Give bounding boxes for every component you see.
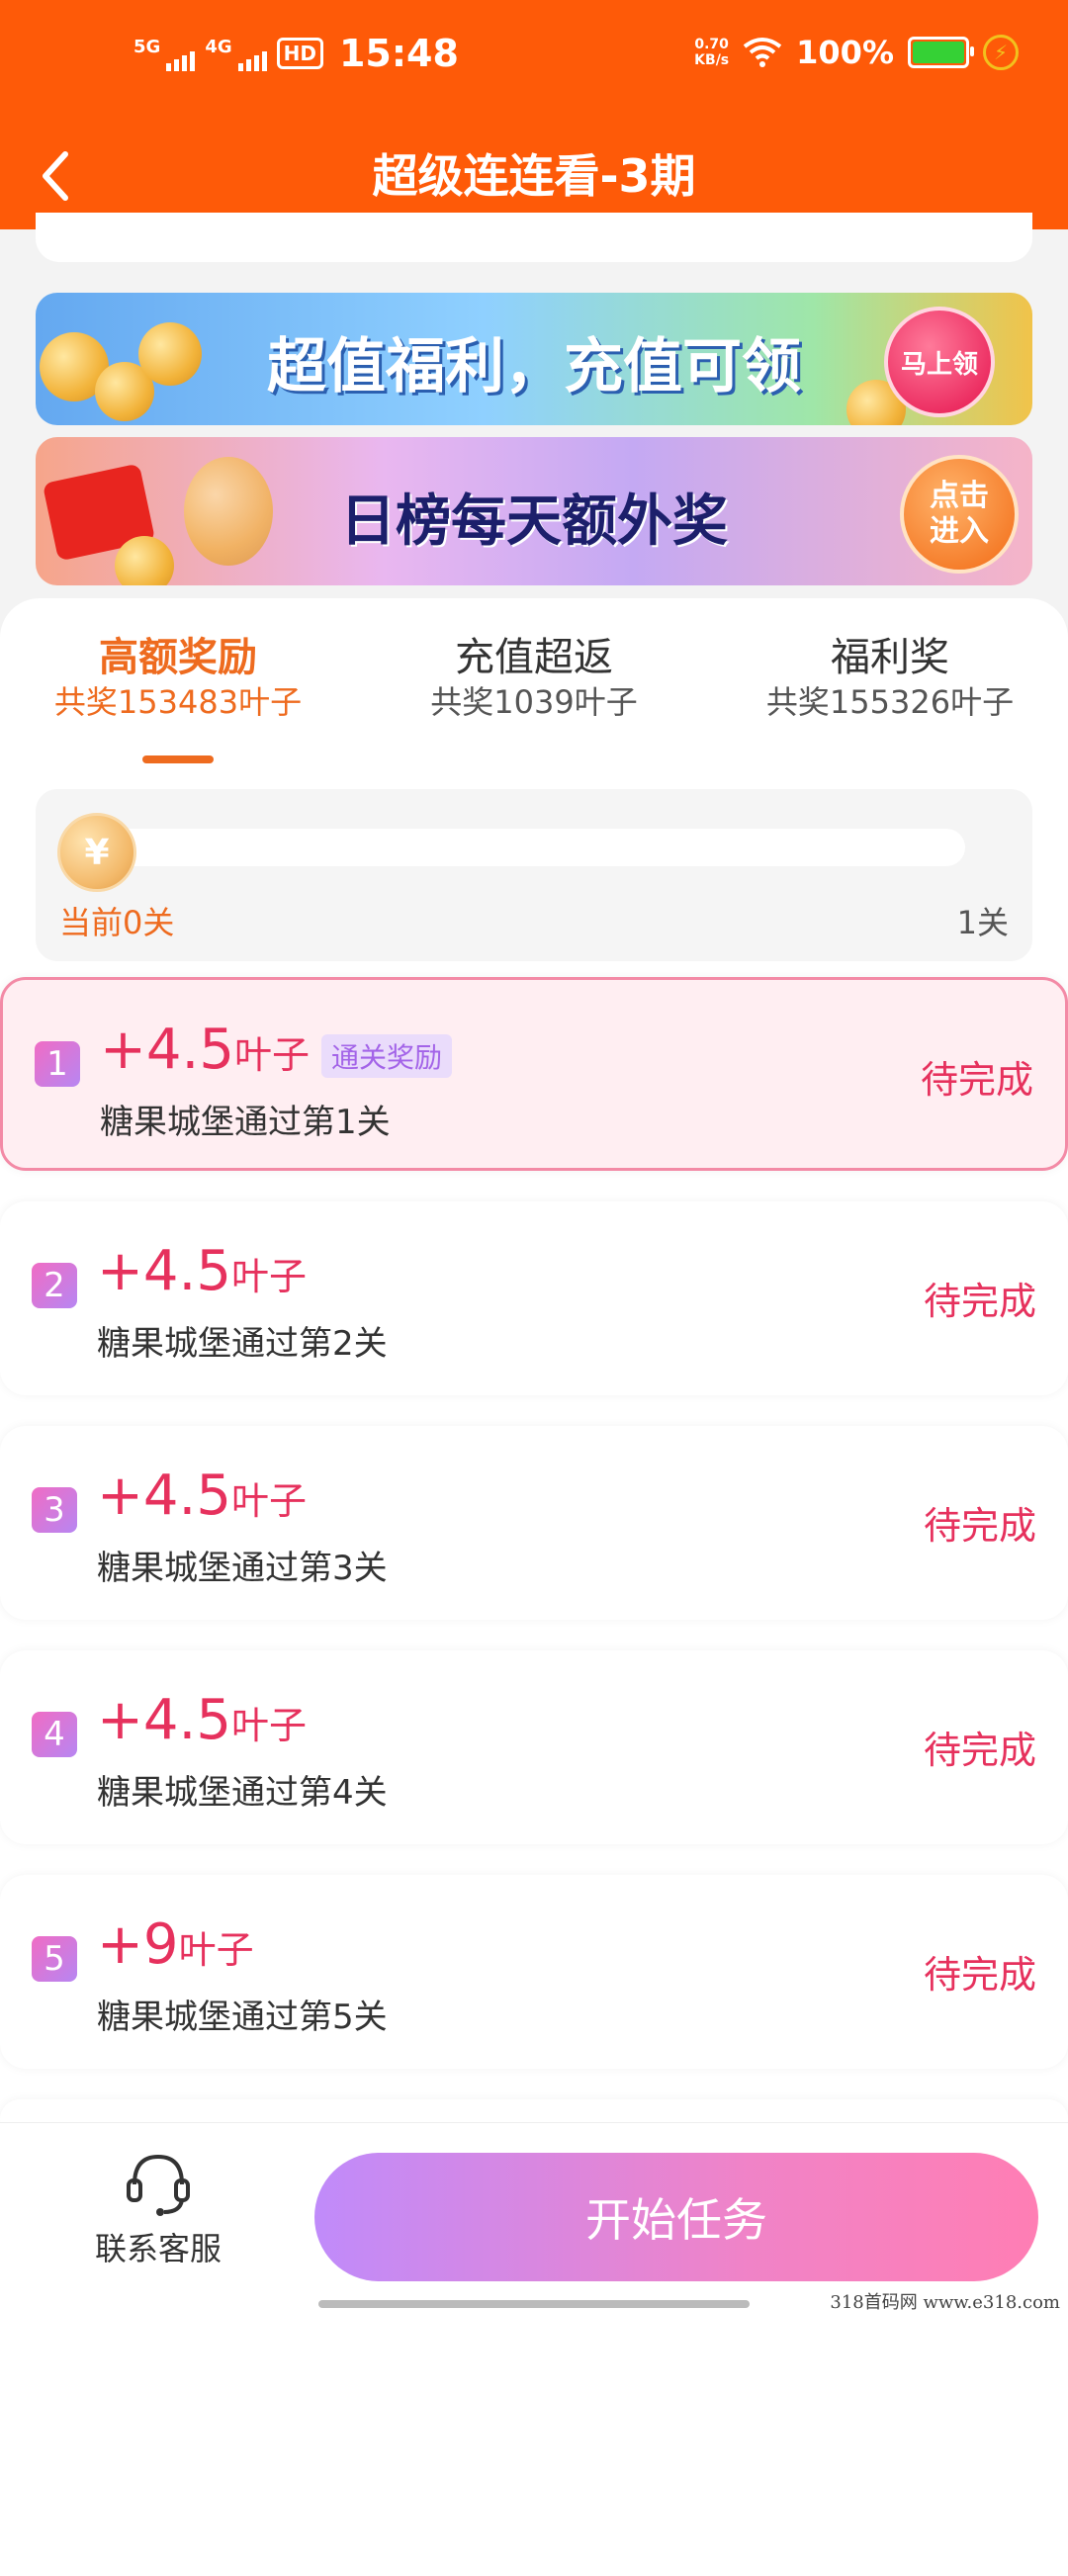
tab-high-reward[interactable]: 高额奖励 共奖153483叶子 [20,633,336,722]
signal-4g-icon: 4G [205,36,267,71]
task-status[interactable]: 待完成 [924,1944,1036,1999]
badge-line: 点击 [930,479,989,513]
task-item[interactable]: 4 +4.5叶子 糖果城堡通过第4关 待完成 [0,1650,1068,1844]
task-item[interactable]: 5 +9叶子 糖果城堡通过第5关 待完成 [0,1875,1068,2069]
reward-unit: 叶子 [230,1479,307,1523]
task-status[interactable]: 待完成 [924,1495,1036,1550]
wifi-icon [743,38,782,67]
signal-5g-icon: 5G [134,36,196,71]
watermark: 318首码网 www.e318.com [830,2292,1060,2313]
speed-value: 0.70 [694,37,729,52]
progress-track [95,829,965,866]
top-bar: 5G 4G HD 15:48 0.70 KB/s 100% ⚡ 超级连连看-3期 [0,0,1068,229]
task-item[interactable]: 2 +4.5叶子 糖果城堡通过第2关 待完成 [0,1201,1068,1395]
hd-icon: HD [276,38,323,69]
network-label: 4G [205,36,232,57]
level-progress: ¥ 当前0关 1关 [36,789,1032,961]
reward-unit: 叶子 [230,1255,307,1298]
reward-value: +9 [97,1912,179,1977]
reward-value: +4.5 [97,1464,231,1528]
customer-service-button[interactable]: 联系客服 [79,2145,237,2269]
bottom-bar: 联系客服 开始任务 [0,2122,1068,2315]
task-status[interactable]: 待完成 [921,1049,1033,1104]
page-title: 超级连连看-3期 [372,149,696,203]
task-description: 糖果城堡通过第5关 [97,1998,388,2037]
reward-unit: 叶子 [230,1704,307,1747]
task-description: 糖果城堡通过第3关 [97,1549,388,1588]
network-label: 5G [134,36,161,57]
task-number: 2 [32,1263,77,1308]
tab-sub: 共奖1039叶子 [430,683,638,721]
reward-unit: 叶子 [178,1928,254,1972]
battery-percent: 100% [796,34,894,71]
task-status[interactable]: 待完成 [924,1720,1036,1774]
recharge-welfare-banner[interactable]: 超值福利，充值可领 马上领 [36,293,1032,425]
task-status[interactable]: 待完成 [924,1271,1036,1325]
tab-sub: 共奖155326叶子 [765,683,1015,721]
tab-label: 高额奖励 [99,635,257,680]
task-reward: +4.5叶子 [97,1688,307,1752]
task-number: 3 [32,1487,77,1533]
tab-label: 充值超返 [455,635,613,680]
banner-text: 超值福利，充值可领 [267,332,801,401]
banner-text: 日榜每天额外奖 [340,489,728,554]
current-level: 当前0关 [59,904,175,941]
speed-unit: KB/s [694,52,730,68]
network-speed: 0.70 KB/s [694,37,729,68]
task-reward: +4.5叶子 通关奖励 [100,1018,453,1086]
task-reward: +4.5叶子 [97,1239,307,1303]
start-task-button[interactable]: 开始任务 [314,2153,1038,2281]
customer-service-label: 联系客服 [94,2230,222,2267]
daily-ranking-banner[interactable]: 日榜每天额外奖 点击 进入 [36,437,1032,585]
task-item[interactable]: 3 +4.5叶子 糖果城堡通过第3关 待完成 [0,1426,1068,1620]
tab-indicator [142,755,214,763]
charging-icon: ⚡ [983,35,1019,70]
task-reward: +4.5叶子 [97,1464,307,1528]
enter-badge[interactable]: 点击 进入 [900,455,1019,574]
coin-icon: ¥ [57,813,136,892]
badge-line: 进入 [930,514,989,549]
reward-unit: 叶子 [233,1033,310,1077]
clear-reward-tag: 通关奖励 [321,1033,453,1078]
tab-recharge-return[interactable]: 充值超返 共奖1039叶子 [376,633,692,722]
status-bar: 5G 4G HD 15:48 0.70 KB/s 100% ⚡ [0,0,1068,119]
reward-value: +4.5 [100,1018,234,1082]
target-level: 1关 [956,904,1009,941]
task-item[interactable]: 1 +4.5叶子 通关奖励 糖果城堡通过第1关 待完成 [0,977,1068,1171]
task-description: 糖果城堡通过第4关 [97,1773,388,1813]
status-time: 15:48 [338,32,459,75]
home-indicator[interactable] [318,2300,750,2308]
claim-now-badge[interactable]: 马上领 [884,307,995,417]
battery-icon [908,37,974,68]
task-description: 糖果城堡通过第2关 [97,1324,388,1364]
previous-card-edge [36,213,1032,262]
tab-label: 福利奖 [831,635,949,680]
task-number: 4 [32,1712,77,1757]
tab-sub: 共奖153483叶子 [53,683,303,721]
task-reward: +9叶子 [97,1912,254,1977]
headset-icon [127,2154,190,2216]
task-number: 5 [32,1936,77,1982]
task-description: 糖果城堡通过第1关 [100,1103,391,1142]
reward-value: +4.5 [97,1688,231,1752]
task-number: 1 [35,1041,80,1087]
tab-welfare[interactable]: 福利奖 共奖155326叶子 [732,633,1048,722]
reward-value: +4.5 [97,1239,231,1303]
